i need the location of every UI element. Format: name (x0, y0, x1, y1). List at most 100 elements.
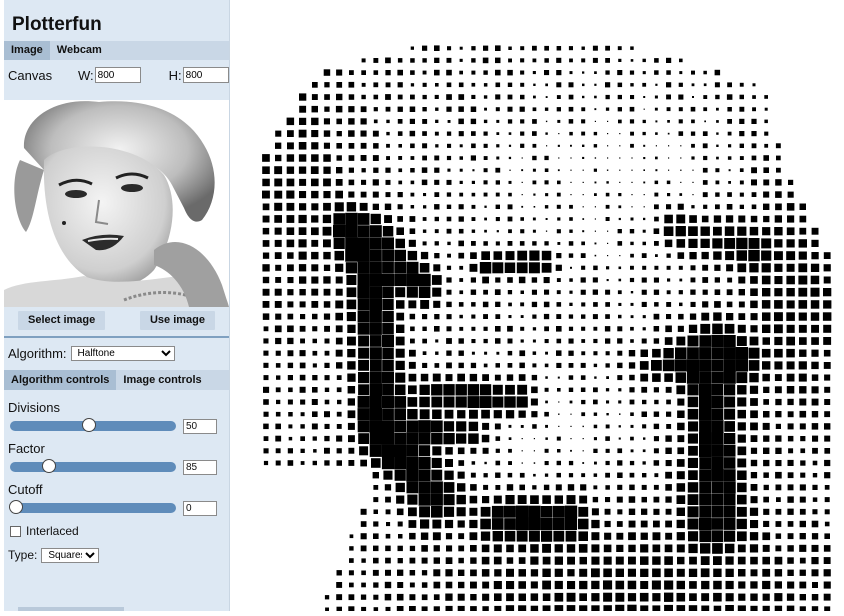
halftone-square (665, 435, 672, 442)
halftone-square (676, 507, 685, 516)
halftone-square (581, 314, 586, 319)
cutoff-slider[interactable] (9, 500, 176, 514)
halftone-square (373, 94, 379, 100)
halftone-square (517, 384, 528, 395)
halftone-square (419, 263, 430, 273)
halftone-square (643, 181, 646, 184)
canvas-width-input[interactable] (94, 67, 141, 83)
tab-image[interactable]: Image (4, 41, 50, 60)
slider-thumb-icon[interactable] (82, 418, 97, 432)
halftone-square (643, 437, 646, 440)
slider-thumb-icon[interactable] (9, 500, 23, 514)
halftone-square (410, 143, 415, 149)
halftone-square (798, 324, 807, 333)
halftone-square (335, 263, 344, 272)
halftone-square (443, 482, 455, 493)
halftone-square (676, 544, 685, 553)
halftone-square (556, 314, 562, 319)
halftone-square (532, 363, 537, 368)
halftone-square (699, 517, 712, 531)
halftone-square (593, 326, 598, 331)
halftone-square (725, 568, 734, 577)
halftone-square (593, 168, 597, 172)
halftone-square (372, 569, 379, 576)
halftone-square (605, 58, 610, 63)
halftone-square (470, 106, 477, 112)
algorithm-select[interactable]: Halftone (70, 345, 175, 361)
halftone-square (274, 215, 282, 223)
halftone-square (519, 362, 525, 369)
halftone-square (798, 287, 808, 297)
halftone-square (738, 593, 746, 601)
checkbox-icon[interactable] (10, 525, 21, 537)
halftone-square (594, 83, 597, 86)
halftone-square (446, 228, 452, 234)
tab-image-controls[interactable]: Image controls (116, 370, 208, 390)
select-image-button[interactable]: Select image (18, 311, 106, 330)
halftone-square (699, 505, 712, 518)
halftone-square (398, 168, 403, 173)
divisions-slider[interactable] (10, 418, 176, 432)
halftone-square (702, 192, 708, 198)
algorithm-row: Algorithm: Halftone (4, 338, 229, 368)
halftone-square (761, 263, 771, 273)
halftone-square (774, 374, 782, 381)
halftone-square (774, 386, 782, 394)
halftone-square (311, 117, 319, 126)
partial-button[interactable] (18, 607, 124, 611)
halftone-square (617, 362, 623, 369)
halftone-square (373, 509, 378, 514)
halftone-square (691, 205, 695, 209)
halftone-square (762, 532, 771, 541)
use-image-button[interactable]: Use image (139, 311, 215, 330)
halftone-square (582, 218, 585, 220)
halftone-square (652, 348, 661, 358)
canvas-height-input[interactable] (182, 67, 229, 83)
halftone-square (762, 556, 770, 565)
tab-algorithm-controls[interactable]: Algorithm controls (4, 370, 117, 390)
halftone-square (483, 338, 488, 344)
halftone-square (676, 214, 686, 224)
tab-webcam[interactable]: Webcam (50, 41, 109, 60)
halftone-square (446, 289, 452, 295)
halftone-square (689, 215, 697, 223)
halftone-square (312, 375, 318, 381)
halftone-square (711, 420, 724, 433)
halftone-square (654, 107, 658, 111)
halftone-square (495, 69, 501, 76)
halftone-square (630, 424, 634, 428)
halftone-square (629, 119, 635, 124)
halftone-square (735, 359, 748, 372)
halftone-square (689, 313, 697, 320)
halftone-square (569, 71, 573, 75)
slider-thumb-icon[interactable] (42, 459, 57, 473)
halftone-square (582, 462, 585, 464)
halftone-square (724, 421, 735, 432)
halftone-square (700, 568, 710, 578)
halftone-square (519, 106, 525, 112)
halftone-square (764, 131, 769, 136)
halftone-square (274, 239, 282, 247)
halftone-square (299, 374, 306, 381)
halftone-square (727, 82, 732, 88)
halftone-square (812, 447, 818, 454)
halftone-square (687, 506, 699, 518)
halftone-square (543, 313, 550, 320)
cutoff-value[interactable]: 0 (183, 500, 217, 516)
halftone-square (654, 70, 659, 75)
halftone-square (541, 530, 553, 542)
halftone-square (619, 181, 621, 183)
halftone-square (699, 383, 712, 396)
halftone-square (483, 484, 489, 490)
halftone-square (382, 310, 394, 323)
halftone-square (692, 181, 694, 183)
type-select[interactable]: Squares (41, 547, 100, 563)
factor-slider[interactable] (10, 459, 176, 473)
divisions-value[interactable]: 50 (183, 418, 217, 434)
halftone-square (737, 324, 746, 333)
halftone-square (456, 507, 466, 517)
halftone-square (360, 130, 367, 137)
halftone-square (446, 362, 452, 369)
halftone-square (799, 337, 807, 345)
factor-value[interactable]: 85 (183, 459, 217, 475)
